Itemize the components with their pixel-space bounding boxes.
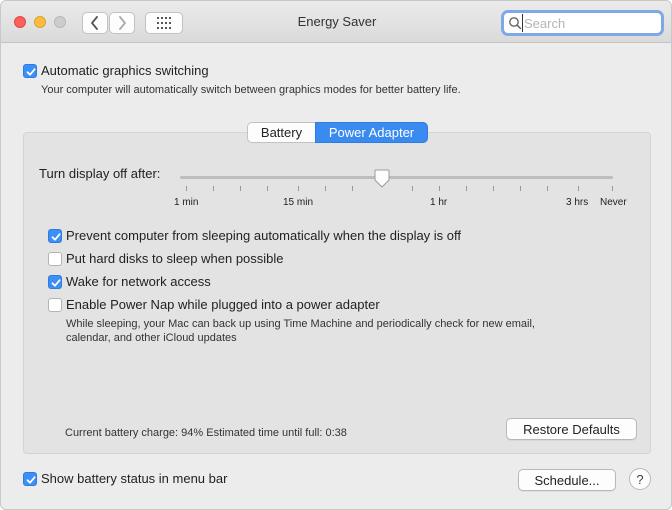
power-nap-description-line-2: calendar, and other iCloud updates	[66, 331, 237, 345]
slider-tick	[325, 186, 326, 191]
restore-defaults-button[interactable]: Restore Defaults	[506, 418, 637, 440]
checkmark-icon	[25, 474, 37, 486]
search-icon	[508, 16, 522, 30]
prevent-sleep-checkbox[interactable]	[48, 229, 62, 243]
tab-battery[interactable]: Battery	[247, 122, 315, 143]
slider-tick	[267, 186, 268, 191]
slider-tick	[186, 186, 187, 191]
wake-network-label: Wake for network access	[66, 274, 211, 289]
checkmark-icon	[50, 277, 62, 289]
checkmark-icon	[25, 66, 37, 78]
slider-tick	[520, 186, 521, 191]
tick-label-1-min: 1 min	[174, 197, 198, 208]
slider-tick	[547, 186, 548, 191]
tick-label-15-min: 15 min	[283, 197, 313, 208]
hard-disk-sleep-checkbox[interactable]	[48, 252, 62, 266]
schedule-button[interactable]: Schedule...	[518, 469, 616, 491]
prevent-sleep-label: Prevent computer from sleeping automatic…	[66, 228, 461, 243]
help-button[interactable]: ?	[629, 468, 651, 490]
energy-saver-window: Energy Saver Automatic graphics switchin…	[0, 0, 672, 510]
battery-status-text: Current battery charge: 94% Estimated ti…	[65, 426, 347, 440]
tick-label-1-hr: 1 hr	[430, 197, 447, 208]
slider-tick	[298, 186, 299, 191]
show-battery-status-checkbox[interactable]	[23, 472, 37, 486]
checkmark-icon	[50, 231, 62, 243]
display-off-label: Turn display off after:	[39, 166, 160, 181]
display-off-slider-knob[interactable]	[373, 169, 391, 189]
slider-tick	[612, 186, 613, 191]
show-battery-status-label: Show battery status in menu bar	[41, 471, 227, 486]
search-field[interactable]	[501, 10, 664, 36]
slider-tick	[493, 186, 494, 191]
slider-tick	[352, 186, 353, 191]
tick-label-never: Never	[600, 197, 627, 208]
wake-network-checkbox[interactable]	[48, 275, 62, 289]
tick-label-3-hrs: 3 hrs	[566, 197, 588, 208]
power-nap-label: Enable Power Nap while plugged into a po…	[66, 297, 380, 312]
hard-disk-sleep-label: Put hard disks to sleep when possible	[66, 251, 284, 266]
auto-graphics-label: Automatic graphics switching	[41, 63, 209, 78]
title-bar: Energy Saver	[1, 1, 672, 43]
slider-tick	[240, 186, 241, 191]
search-input[interactable]	[522, 14, 658, 32]
power-nap-checkbox[interactable]	[48, 298, 62, 312]
slider-tick	[412, 186, 413, 191]
auto-graphics-checkbox[interactable]	[23, 64, 37, 78]
slider-knob-icon	[373, 169, 391, 189]
tab-power-adapter[interactable]: Power Adapter	[315, 122, 428, 143]
slider-tick	[439, 186, 440, 191]
slider-tick	[213, 186, 214, 191]
auto-graphics-description: Your computer will automatically switch …	[41, 83, 461, 97]
display-off-slider-track[interactable]	[180, 176, 613, 179]
slider-tick	[578, 186, 579, 191]
slider-tick	[466, 186, 467, 191]
power-nap-description-line-1: While sleeping, your Mac can back up usi…	[66, 317, 535, 331]
